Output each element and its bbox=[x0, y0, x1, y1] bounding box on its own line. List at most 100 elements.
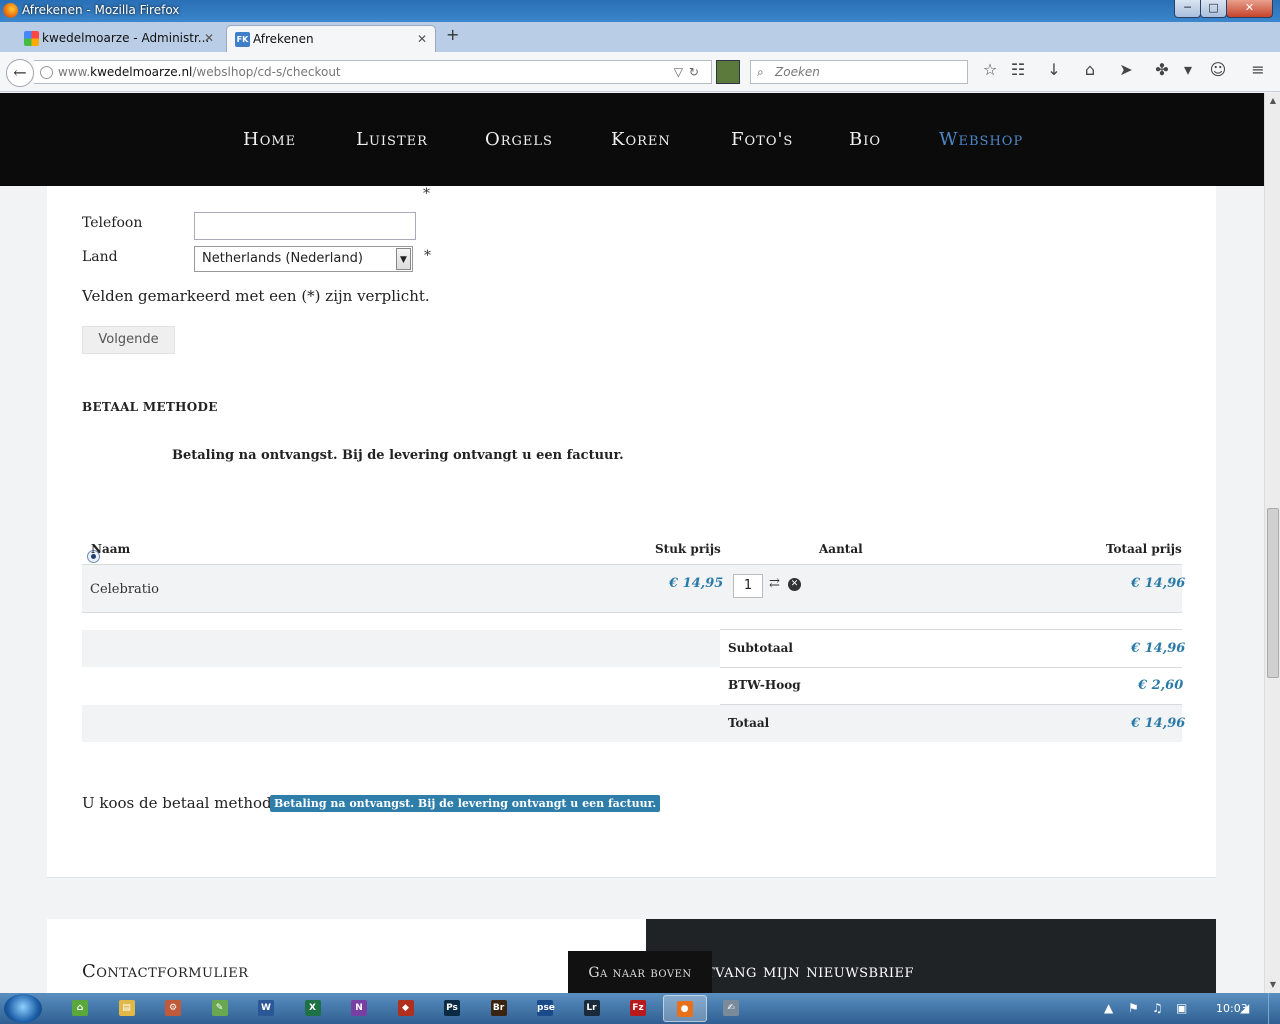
filezilla-icon: Fz bbox=[630, 999, 646, 1016]
scroll-up-icon[interactable]: ▲ bbox=[1265, 93, 1280, 109]
clock[interactable]: 10:03 bbox=[1216, 1002, 1248, 1015]
send-icon[interactable]: ➤ bbox=[1114, 60, 1138, 79]
phone-label: Telefoon bbox=[82, 215, 143, 231]
taskbar-home-icon[interactable]: ⌂ bbox=[58, 995, 102, 1022]
joomla-icon bbox=[24, 31, 39, 46]
window-title: Afrekenen - Mozilla Firefox bbox=[22, 3, 180, 17]
window-titlebar: Afrekenen - Mozilla Firefox ─ □ ✕ bbox=[0, 0, 1280, 22]
start-button[interactable] bbox=[4, 994, 42, 1023]
taskbar-filezilla-icon[interactable]: Fz bbox=[616, 995, 660, 1022]
nav-webshop[interactable]: Webshop bbox=[939, 129, 1023, 150]
taskbar-onenote-icon[interactable]: N bbox=[337, 995, 381, 1022]
new-tab-button[interactable]: + bbox=[446, 25, 459, 44]
page-viewport: Home Luister Orgels Koren Foto's Bio Web… bbox=[0, 93, 1264, 993]
addon-icon[interactable] bbox=[716, 60, 740, 84]
col-unit-price: Stuk prijs bbox=[655, 542, 721, 556]
taskbar-firefox-icon[interactable]: ● bbox=[662, 995, 707, 1022]
tab-label: Afrekenen bbox=[253, 32, 314, 46]
downloads-icon[interactable]: ↓ bbox=[1042, 60, 1066, 79]
editor-icon: ✎ bbox=[211, 999, 228, 1016]
nav-orgels[interactable]: Orgels bbox=[485, 129, 553, 150]
show-desktop-button[interactable] bbox=[1268, 993, 1280, 1024]
back-to-top-button[interactable]: Ga naar boven bbox=[568, 951, 712, 993]
payment-section-title: BETAAL METHODE bbox=[82, 400, 218, 414]
vat-label: BTW-Hoog bbox=[728, 678, 801, 692]
remove-item-icon[interactable]: ✕ bbox=[788, 578, 801, 591]
chosen-method-label: U koos de betaal methode: bbox=[82, 794, 286, 812]
vat-value: € 2,60 bbox=[1138, 678, 1184, 693]
quantity-input[interactable]: 1 bbox=[733, 574, 763, 598]
search-placeholder: Zoeken bbox=[775, 65, 820, 79]
required-note: Velden gemarkeerd met een (*) zijn verpl… bbox=[82, 287, 430, 305]
summary-row-total-bg bbox=[82, 705, 1182, 742]
chevron-down-icon[interactable]: ▾ bbox=[1176, 60, 1200, 79]
nav-koren[interactable]: Koren bbox=[611, 129, 671, 150]
contact-section: Contactformulier bbox=[47, 919, 647, 993]
summary-spacer bbox=[82, 630, 720, 667]
nav-home[interactable]: Home bbox=[243, 129, 296, 150]
taskbar-excel-icon[interactable]: X bbox=[291, 995, 335, 1022]
volume-icon[interactable]: ♫ bbox=[1152, 1001, 1163, 1015]
firefox-icon: ● bbox=[676, 1000, 693, 1017]
divider bbox=[720, 629, 1182, 630]
scroll-down-icon[interactable]: ▼ bbox=[1265, 977, 1280, 993]
divider bbox=[82, 612, 1182, 613]
subtotal-value: € 14,96 bbox=[1131, 641, 1186, 656]
close-window-button[interactable]: ✕ bbox=[1226, 0, 1273, 18]
onenote-icon: N bbox=[351, 999, 367, 1016]
taskbar-app15-icon[interactable]: ✍ bbox=[709, 995, 753, 1022]
chosen-method-badge: Betaling na ontvangst. Bij de levering o… bbox=[270, 795, 661, 812]
taskbar-explorer-icon[interactable]: ▤ bbox=[105, 995, 149, 1022]
tab-admin[interactable]: kwedelmoarze - Administr... ✕ bbox=[16, 25, 222, 52]
newsletter-section: tvang mijn nieuwsbrief bbox=[646, 919, 1216, 993]
tab-checkout[interactable]: FK Afrekenen ✕ bbox=[226, 25, 436, 52]
chat-icon[interactable]: ☺ bbox=[1206, 60, 1230, 79]
reload-icon[interactable]: ▽↻ bbox=[674, 61, 705, 83]
chevron-down-icon[interactable]: ▼ bbox=[396, 248, 411, 270]
phone-field[interactable] bbox=[194, 212, 416, 240]
tray-expand-icon[interactable]: ▲ bbox=[1104, 1001, 1113, 1015]
update-quantity-icon[interactable]: ⇄ bbox=[769, 576, 780, 591]
nav-luister[interactable]: Luister bbox=[356, 129, 428, 150]
next-button[interactable]: Volgende bbox=[82, 326, 175, 354]
taskbar-editor-icon[interactable]: ✎ bbox=[198, 995, 242, 1022]
scroll-thumb[interactable] bbox=[1267, 508, 1279, 678]
url-bar[interactable]: www.kwedelmoarze.nl/webslhop/cd-s/checko… bbox=[34, 60, 712, 84]
taskbar-lightroom-icon[interactable]: Lr bbox=[570, 995, 614, 1022]
search-icon: ⌕ bbox=[757, 65, 764, 79]
reading-list-icon[interactable]: ☷ bbox=[1006, 60, 1030, 79]
required-mark: * bbox=[423, 186, 430, 202]
windows-taskbar: ⌂ ▤ ⚙ ✎ W X N ◆ Ps Br pse Lr Fz ● ✍ ▲ ⚑ ♫ ▣ ◢ 10:03 bbox=[0, 993, 1280, 1024]
taskbar-photoshop-icon[interactable]: Ps bbox=[430, 995, 474, 1022]
taskbar-tool-icon[interactable]: ⚙ bbox=[151, 995, 195, 1022]
checkout-panel: * Telefoon Land Netherlands (Nederland) … bbox=[47, 186, 1216, 878]
url-path: /webslhop/cd-s/checkout bbox=[192, 65, 341, 79]
page-scrollbar[interactable]: ▲ ▼ bbox=[1264, 93, 1280, 993]
col-total-price: Totaal prijs bbox=[1106, 542, 1182, 556]
action-center-icon[interactable]: ⚑ bbox=[1128, 1001, 1139, 1015]
taskbar-app8-icon[interactable]: ◆ bbox=[384, 995, 428, 1022]
nav-fotos[interactable]: Foto's bbox=[731, 129, 793, 150]
close-tab-icon[interactable]: ✕ bbox=[417, 26, 427, 52]
extension-icon[interactable]: ✤ bbox=[1150, 60, 1174, 79]
explorer-icon: ▤ bbox=[118, 999, 135, 1016]
home-icon[interactable]: ⌂ bbox=[1078, 60, 1102, 79]
close-tab-icon[interactable]: ✕ bbox=[204, 25, 214, 51]
payment-option-label[interactable]: Betaling na ontvangst. Bij de levering o… bbox=[172, 448, 624, 463]
menu-icon[interactable]: ≡ bbox=[1246, 60, 1270, 79]
country-select[interactable]: Netherlands (Nederland) ▼ bbox=[194, 246, 413, 272]
item-name: Celebratio bbox=[90, 582, 159, 597]
minimize-button[interactable]: ─ bbox=[1174, 0, 1201, 18]
taskbar-word-icon[interactable]: W bbox=[244, 995, 288, 1022]
app15-icon: ✍ bbox=[723, 999, 739, 1016]
taskbar-pse-icon[interactable]: pse bbox=[523, 995, 567, 1022]
taskbar-bridge-icon[interactable]: Br bbox=[477, 995, 521, 1022]
bookmark-star-icon[interactable]: ☆ bbox=[978, 60, 1002, 79]
search-input[interactable]: ⌕ Zoeken bbox=[750, 60, 968, 84]
divider bbox=[82, 564, 1182, 565]
maximize-button[interactable]: □ bbox=[1200, 0, 1227, 18]
country-value: Netherlands (Nederland) bbox=[202, 251, 363, 266]
back-button[interactable]: ← bbox=[6, 59, 34, 87]
nav-bio[interactable]: Bio bbox=[849, 129, 881, 150]
network-icon[interactable]: ▣ bbox=[1176, 1001, 1187, 1015]
